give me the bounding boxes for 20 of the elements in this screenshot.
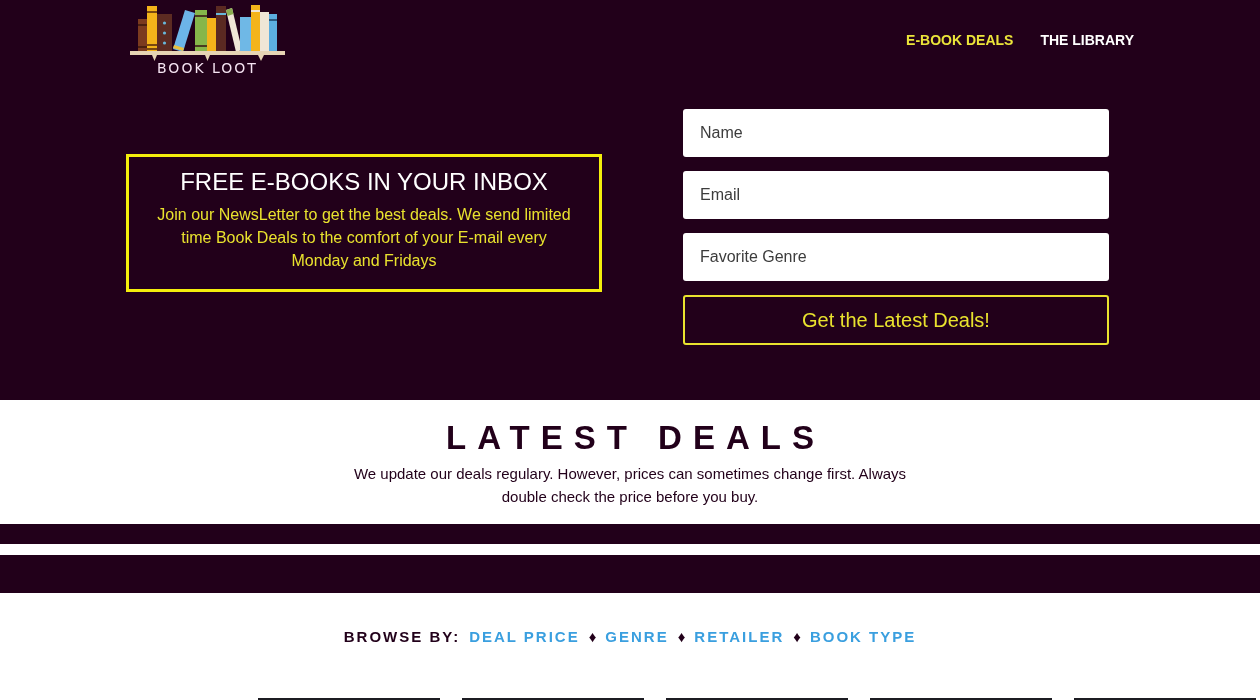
browse-link[interactable]: GENRE [605, 627, 669, 647]
diamond-separator: ♦ [677, 627, 686, 647]
section-description: We update our deals regulary. However, prices can sometimes change first. Always double check the price before you buy. [352, 464, 908, 507]
subscribe-button[interactable]: Get the Latest Deals! [683, 295, 1109, 345]
browse-label: BROWSE BY: [343, 627, 461, 647]
newsletter-text: Join our NewsLetter to get the best deals. We send limited time Book Deals to the comfort of your E-mail every Monday and Fridays [156, 205, 572, 271]
logo-text: BOOK LOOT [157, 61, 258, 75]
browse-link[interactable]: RETAILER [694, 627, 785, 647]
browse-link[interactable]: DEAL PRICE [469, 627, 580, 647]
nav-link[interactable]: E-BOOK DEALS [906, 32, 1014, 48]
newsletter-title: FREE E-BOOKS IN YOUR INBOX [180, 167, 548, 197]
section-heading: LATEST DEALS [445, 420, 825, 456]
genre-input[interactable]: Favorite Genre [683, 233, 1109, 281]
diamond-separator: ♦ [588, 627, 597, 647]
name-input[interactable]: Name [683, 109, 1109, 157]
diamond-separator: ♦ [793, 627, 801, 647]
email-input[interactable]: Email [683, 171, 1109, 219]
books-on-shelf-icon [130, 5, 285, 61]
browse-link[interactable]: BOOK TYPE [809, 627, 917, 647]
nav-link[interactable]: THE LIBRARY [1040, 32, 1134, 48]
